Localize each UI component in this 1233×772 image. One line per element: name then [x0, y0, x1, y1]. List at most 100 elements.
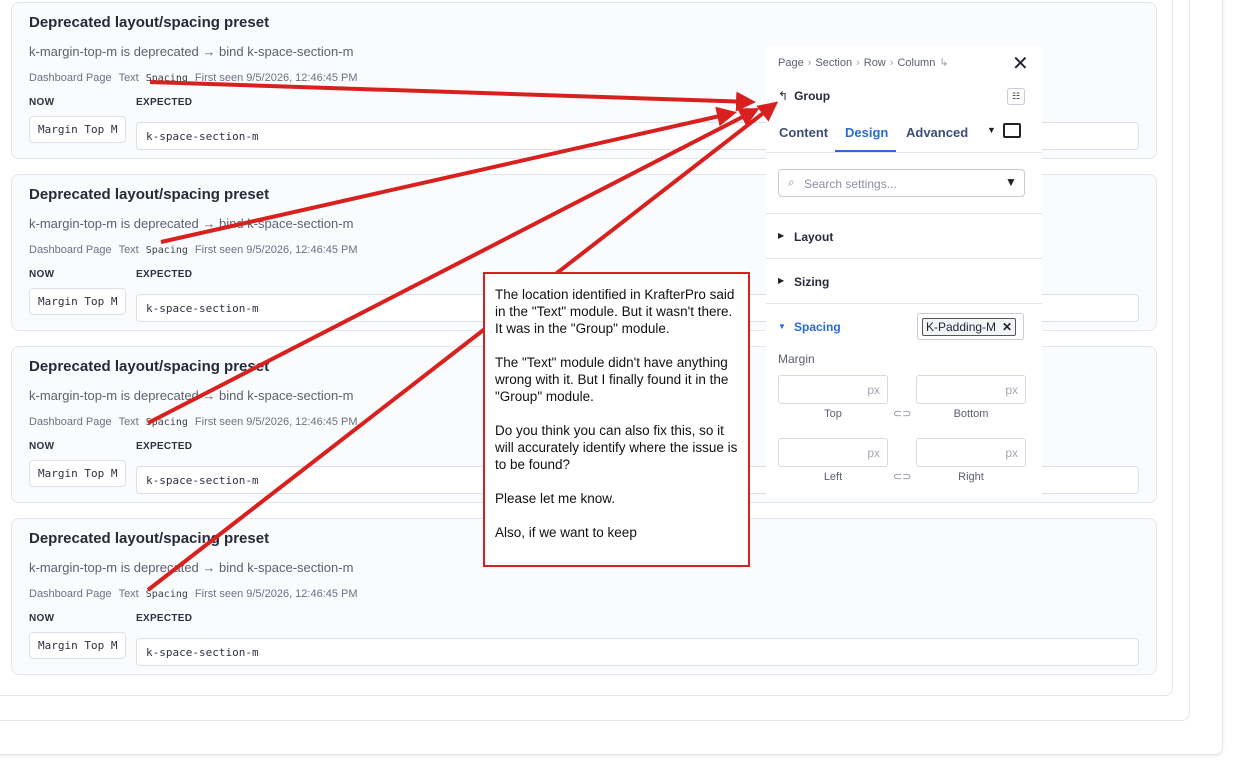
group-name: Spacing: [145, 245, 188, 256]
issue-description: k-margin-top-m is deprecated → bind k-sp…: [29, 560, 354, 575]
search-icon: ⌕: [788, 175, 795, 189]
section-title: Spacing: [794, 320, 841, 334]
now-value: Margin Top M: [29, 460, 126, 487]
issue-description: k-margin-top-m is deprecated → bind k-sp…: [29, 388, 354, 403]
margin-right-input[interactable]: px: [916, 438, 1026, 467]
responsive-view-icon[interactable]: [1003, 123, 1021, 138]
spacing-preset-field[interactable]: K-Padding-M ✕: [917, 313, 1024, 340]
expected-value: k-space-section-m: [136, 638, 1139, 666]
unit-label: px: [1005, 446, 1018, 460]
caret-down-icon[interactable]: ▼: [987, 125, 996, 135]
issue-meta: Dashboard Page Text Spacing First seen 9/5/…: [29, 72, 365, 84]
expected-label: EXPECTED: [136, 97, 193, 108]
active-tab-indicator: [835, 150, 896, 152]
note-paragraph: Please let me know.: [495, 491, 616, 506]
link-icon[interactable]: ⊂⊃: [893, 470, 911, 483]
now-value: Margin Top M: [29, 632, 126, 659]
tab-bar: Content Design Advanced ▼: [766, 119, 1042, 153]
return-arrow-icon: ↳: [939, 57, 949, 69]
margin-label: Margin: [778, 352, 815, 366]
tab-advanced[interactable]: Advanced: [906, 125, 968, 140]
link-icon[interactable]: ⊂⊃: [893, 407, 911, 420]
issue-title: Deprecated layout/spacing preset: [29, 14, 270, 31]
issue-description: k-margin-top-m is deprecated → bind k-sp…: [29, 44, 354, 59]
page-name: Dashboard Page: [29, 416, 112, 428]
element-options-icon[interactable]: ☷: [1007, 88, 1025, 105]
section-sizing[interactable]: ▶ Sizing: [766, 258, 1042, 303]
first-seen: First seen 9/5/2026, 12:46:45 PM: [194, 588, 358, 600]
breadcrumb-column[interactable]: Column: [897, 57, 935, 69]
breadcrumb-row[interactable]: Row: [864, 57, 886, 69]
module-name: Text: [118, 72, 139, 84]
caret-right-icon: ▶: [778, 231, 785, 240]
chevron-right-icon: ›: [889, 57, 894, 69]
caret-right-icon: ▶: [778, 276, 785, 285]
issue-title: Deprecated layout/spacing preset: [29, 530, 270, 547]
expected-label: EXPECTED: [136, 269, 193, 280]
module-name: Text: [118, 588, 139, 600]
margin-left-label: Left: [823, 471, 843, 483]
now-label: NOW: [29, 441, 55, 452]
note-paragraph: Do you think you can also fix this, so i…: [495, 423, 738, 472]
margin-top-label: Top: [824, 408, 842, 420]
search-settings-input[interactable]: ⌕ Search settings... ▼: [778, 169, 1025, 197]
now-label: NOW: [29, 97, 55, 108]
close-icon[interactable]: ✕: [1012, 51, 1029, 76]
now-value: Margin Top M: [29, 116, 126, 143]
tab-design[interactable]: Design: [845, 125, 888, 140]
section-layout[interactable]: ▶ Layout: [766, 213, 1042, 258]
expected-label: EXPECTED: [136, 613, 193, 624]
note-paragraph: The "Text" module didn't have anything w…: [495, 355, 729, 404]
page-name: Dashboard Page: [29, 588, 112, 600]
note-paragraph: The location identified in KrafterPro sa…: [495, 287, 735, 336]
margin-top-input[interactable]: px: [778, 375, 888, 404]
preset-chip: K-Padding-M ✕: [922, 318, 1017, 336]
element-name: Group: [794, 89, 831, 103]
section-title: Layout: [794, 230, 834, 244]
issue-title: Deprecated layout/spacing preset: [29, 358, 270, 375]
page-name: Dashboard Page: [29, 244, 112, 256]
now-value: Margin Top M: [29, 288, 126, 315]
breadcrumb-page[interactable]: Page: [778, 57, 804, 69]
note-paragraph: Also, if we want to keep: [495, 525, 637, 540]
settings-panel: Page › Section › Row › Column ↳ ✕ ↰ Group ☷ Cont…: [766, 45, 1042, 497]
margin-bottom-label: Bottom: [953, 408, 989, 420]
unit-label: px: [867, 446, 880, 460]
group-name: Spacing: [145, 589, 188, 600]
group-name: Spacing: [145, 417, 188, 428]
margin-bottom-input[interactable]: px: [916, 375, 1026, 404]
caret-down-icon: ▼: [778, 322, 786, 331]
chevron-right-icon: ›: [856, 57, 860, 69]
page-name: Dashboard Page: [29, 72, 112, 84]
now-label: NOW: [29, 613, 55, 624]
issue-meta: Dashboard Page Text Spacing First seen 9/5/…: [29, 416, 365, 428]
first-seen: First seen 9/5/2026, 12:46:45 PM: [194, 244, 358, 256]
module-name: Text: [118, 416, 139, 428]
margin-left-input[interactable]: px: [778, 438, 888, 467]
margin-right-label: Right: [958, 471, 984, 483]
issue-meta: Dashboard Page Text Spacing First seen 9/5/…: [29, 588, 365, 600]
issue-meta: Dashboard Page Text Spacing First seen 9/5/…: [29, 244, 365, 256]
issue-description: k-margin-top-m is deprecated → bind k-sp…: [29, 216, 354, 231]
element-header: ↰ Group: [778, 89, 830, 103]
tab-content[interactable]: Content: [779, 125, 828, 140]
first-seen: First seen 9/5/2026, 12:46:45 PM: [194, 416, 358, 428]
first-seen: First seen 9/5/2026, 12:46:45 PM: [194, 72, 358, 84]
issue-title: Deprecated layout/spacing preset: [29, 186, 270, 203]
chevron-right-icon: ›: [807, 57, 812, 69]
remove-icon[interactable]: ✕: [1002, 320, 1012, 334]
breadcrumb: Page › Section › Row › Column ↳: [778, 56, 953, 69]
section-title: Sizing: [794, 275, 830, 289]
module-name: Text: [118, 244, 139, 256]
expected-label: EXPECTED: [136, 441, 193, 452]
filter-icon[interactable]: ▼: [1005, 175, 1017, 189]
unit-label: px: [867, 383, 880, 397]
now-label: NOW: [29, 269, 55, 280]
search-placeholder: Search settings...: [804, 177, 897, 191]
unit-label: px: [1005, 383, 1018, 397]
preset-chip-label: K-Padding-M: [926, 320, 997, 334]
breadcrumb-section[interactable]: Section: [815, 57, 852, 69]
back-arrow-icon[interactable]: ↰: [778, 89, 788, 103]
annotation-note: The location identified in KrafterPro sa…: [483, 272, 750, 567]
group-name: Spacing: [145, 73, 188, 84]
